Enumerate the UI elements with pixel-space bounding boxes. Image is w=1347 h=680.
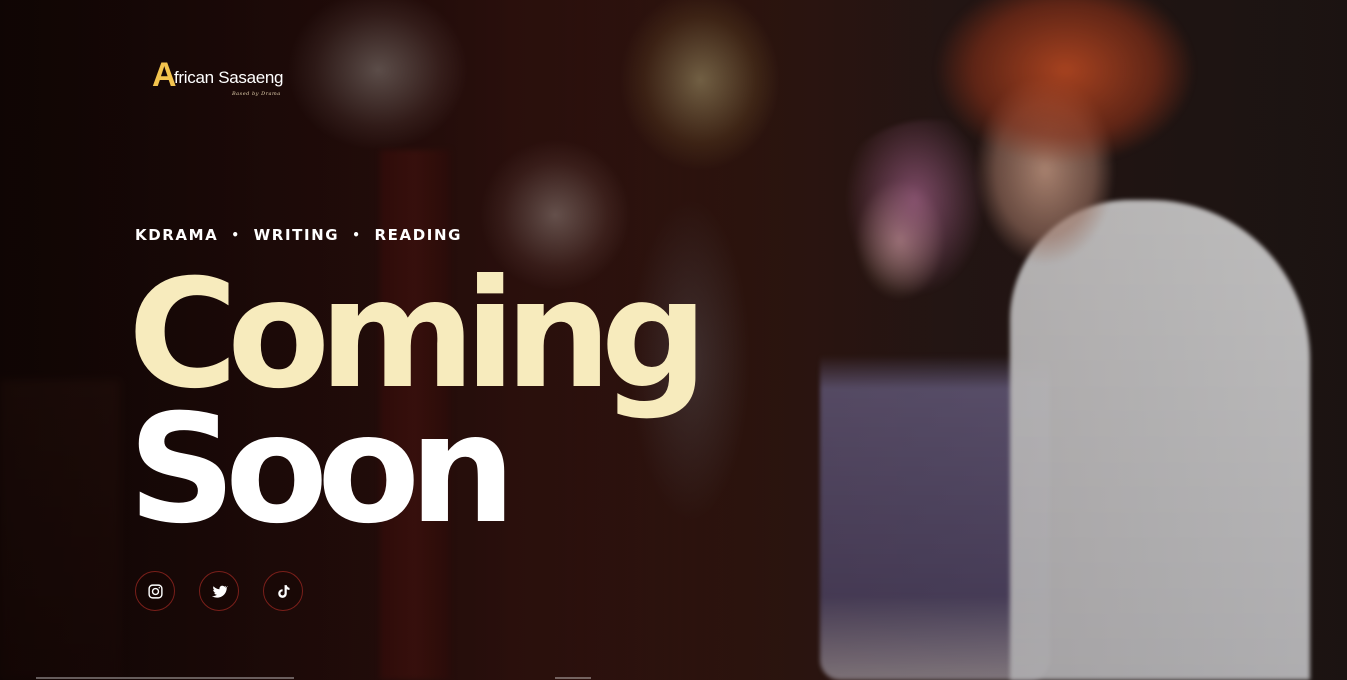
instagram-icon	[147, 583, 163, 599]
category-separator: •	[231, 228, 241, 242]
twitter-button[interactable]	[199, 571, 239, 611]
logo-text: frican Sasaeng	[174, 68, 284, 87]
logo-tagline: Based by Drama	[232, 91, 281, 97]
tiktok-button[interactable]	[263, 571, 303, 611]
twitter-icon	[211, 585, 228, 598]
logo-mark: A	[152, 56, 177, 94]
divider	[36, 677, 294, 679]
tiktok-icon	[277, 584, 290, 598]
category-list: KDRAMA • WRITING • READING	[135, 226, 462, 244]
social-links	[135, 571, 303, 611]
site-logo[interactable]: A frican Sasaeng Based by Drama	[152, 58, 292, 100]
category-writing: WRITING	[253, 226, 340, 244]
category-separator: •	[352, 228, 362, 242]
category-kdrama: KDRAMA	[135, 226, 219, 244]
instagram-button[interactable]	[135, 571, 175, 611]
heading-soon: Soon	[128, 383, 516, 557]
category-reading: READING	[374, 226, 463, 244]
divider	[555, 677, 591, 679]
